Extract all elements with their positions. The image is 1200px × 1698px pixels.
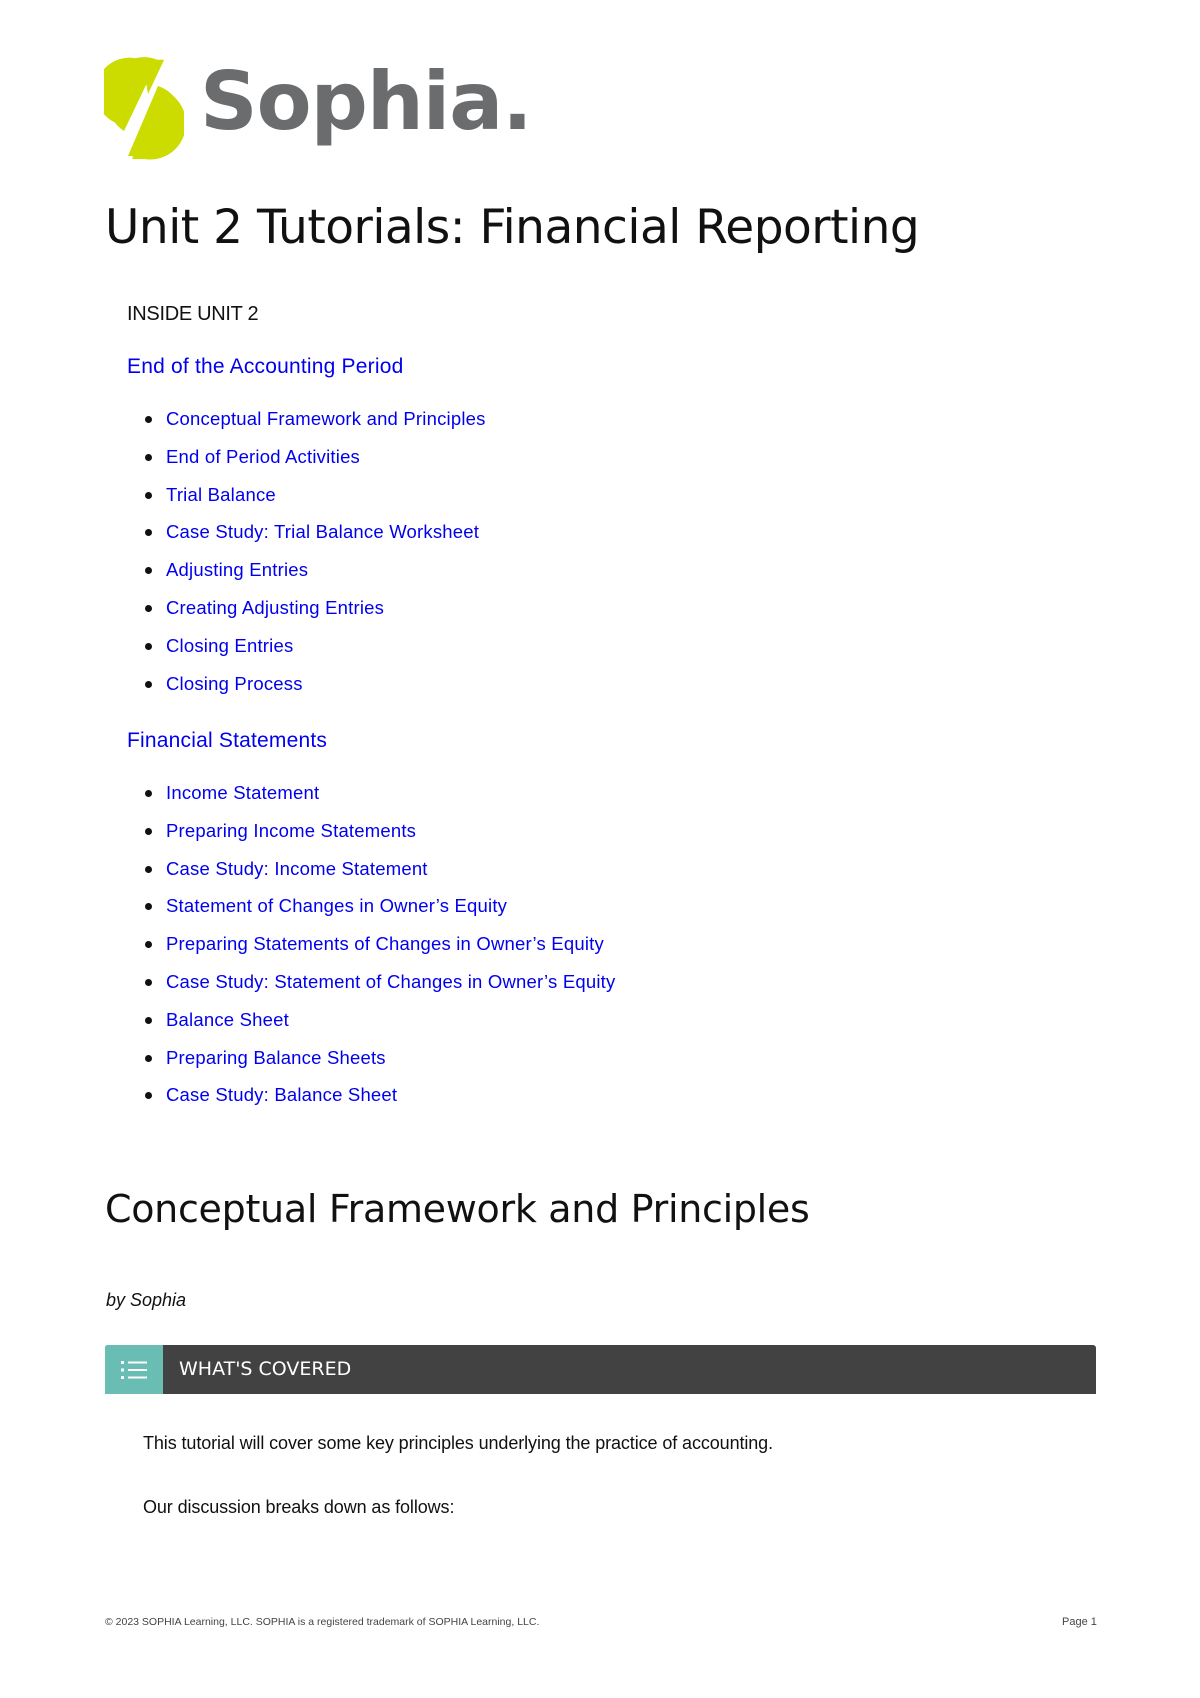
whats-covered-icon-box bbox=[105, 1345, 163, 1394]
toc-item: Adjusting Entries bbox=[145, 559, 486, 597]
toc-link[interactable]: End of Period Activities bbox=[166, 446, 360, 467]
inside-unit-label: INSIDE UNIT 2 bbox=[127, 303, 259, 325]
toc-item: Statement of Changes in Owner’s Equity bbox=[145, 895, 615, 933]
toc-item: Case Study: Income Statement bbox=[145, 858, 615, 896]
toc-link[interactable]: Closing Entries bbox=[166, 635, 293, 656]
toc-item: Closing Entries bbox=[145, 635, 486, 673]
toc-link[interactable]: Preparing Statements of Changes in Owner… bbox=[166, 933, 604, 954]
sophia-leaf-icon bbox=[104, 57, 184, 160]
whats-covered-header: WHAT'S COVERED bbox=[105, 1345, 1096, 1394]
toc-list-financial-statements: Income Statement Preparing Income Statem… bbox=[145, 782, 615, 1122]
toc-item: Creating Adjusting Entries bbox=[145, 597, 486, 635]
sophia-logo: Sophia. bbox=[104, 55, 533, 161]
toc-link[interactable]: Case Study: Trial Balance Worksheet bbox=[166, 521, 479, 542]
document-title: Unit 2 Tutorials: Financial Reporting bbox=[105, 200, 920, 255]
toc-link[interactable]: Statement of Changes in Owner’s Equity bbox=[166, 895, 507, 916]
footer-copyright: © 2023 SOPHIA Learning, LLC. SOPHIA is a… bbox=[105, 1616, 540, 1628]
toc-link[interactable]: Preparing Balance Sheets bbox=[166, 1047, 386, 1068]
toc-item: Income Statement bbox=[145, 782, 615, 820]
toc-item: Case Study: Trial Balance Worksheet bbox=[145, 521, 486, 559]
toc-link[interactable]: Case Study: Balance Sheet bbox=[166, 1084, 397, 1105]
toc-item: Closing Process bbox=[145, 673, 486, 711]
toc-link[interactable]: Case Study: Income Statement bbox=[166, 858, 428, 879]
toc-item: Preparing Income Statements bbox=[145, 820, 615, 858]
toc-link[interactable]: Preparing Income Statements bbox=[166, 820, 416, 841]
toc-item: End of Period Activities bbox=[145, 446, 486, 484]
sophia-wordmark: Sophia. bbox=[200, 55, 533, 148]
toc-item: Case Study: Balance Sheet bbox=[145, 1084, 615, 1122]
toc-item: Preparing Statements of Changes in Owner… bbox=[145, 933, 615, 971]
toc-link[interactable]: Case Study: Statement of Changes in Owne… bbox=[166, 971, 615, 992]
toc-link[interactable]: Trial Balance bbox=[166, 484, 276, 505]
breakdown-paragraph: Our discussion breaks down as follows: bbox=[143, 1497, 455, 1517]
section-link-financial-statements[interactable]: Financial Statements bbox=[127, 729, 327, 753]
toc-link[interactable]: Conceptual Framework and Principles bbox=[166, 408, 486, 429]
toc-link[interactable]: Creating Adjusting Entries bbox=[166, 597, 384, 618]
toc-item: Conceptual Framework and Principles bbox=[145, 408, 486, 446]
toc-list-end-of-accounting-period: Conceptual Framework and Principles End … bbox=[145, 408, 486, 710]
toc-link[interactable]: Closing Process bbox=[166, 673, 303, 694]
footer-page-number: Page 1 bbox=[1062, 1616, 1097, 1628]
toc-item: Balance Sheet bbox=[145, 1009, 615, 1047]
toc-item: Trial Balance bbox=[145, 484, 486, 522]
lesson-title: Conceptual Framework and Principles bbox=[105, 1187, 810, 1231]
toc-link[interactable]: Income Statement bbox=[166, 782, 319, 803]
toc-item: Preparing Balance Sheets bbox=[145, 1047, 615, 1085]
whats-covered-label: WHAT'S COVERED bbox=[179, 1358, 352, 1380]
toc-item: Case Study: Statement of Changes in Owne… bbox=[145, 971, 615, 1009]
toc-link[interactable]: Adjusting Entries bbox=[166, 559, 308, 580]
author-byline: by Sophia bbox=[106, 1290, 187, 1310]
toc-link[interactable]: Balance Sheet bbox=[166, 1009, 289, 1030]
intro-paragraph: This tutorial will cover some key princi… bbox=[143, 1433, 773, 1453]
list-icon bbox=[121, 1361, 147, 1379]
section-link-end-of-accounting-period[interactable]: End of the Accounting Period bbox=[127, 355, 403, 379]
